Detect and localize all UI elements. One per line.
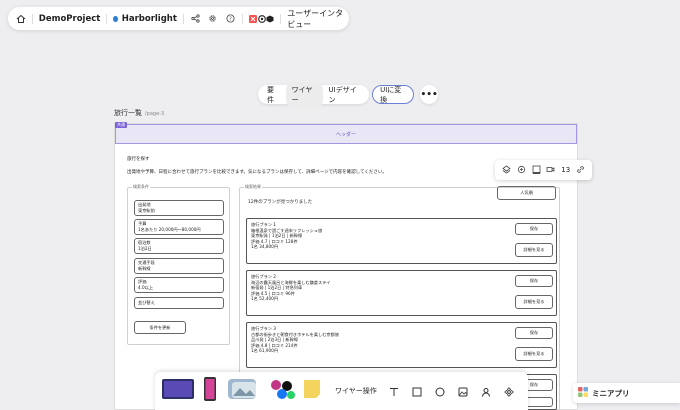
page-id: /page-3 [145, 111, 165, 117]
ai-edit-icon[interactable] [517, 165, 526, 176]
ellipse-tool-icon[interactable] [435, 382, 445, 401]
header-label: ヘッダー [335, 131, 356, 138]
page-title: 旅行一覧/page-3 [114, 108, 164, 118]
filter-budget[interactable]: 予算 1名あたり 20,000円〜80,000円 [134, 219, 224, 235]
plan-card[interactable]: 旅行プラン 1 箱根温泉で過ごす週末リフレッシュ旅 東京駅発 | 1泊2日 | … [246, 218, 557, 264]
bottom-dock: ワイヤー操作 [155, 372, 528, 410]
mini-app-button[interactable]: ミニアプリ [573, 383, 680, 403]
tab-requirements[interactable]: 要件 [261, 82, 286, 108]
figma-icon[interactable] [249, 14, 258, 23]
save-button[interactable]: 保存 [515, 327, 553, 339]
element-toolbar: 13 [495, 160, 592, 180]
image-tool-icon[interactable] [458, 382, 468, 401]
user-tool-icon[interactable] [481, 382, 491, 401]
header-tag: 共通 [115, 122, 127, 128]
share-icon[interactable] [190, 14, 201, 23]
help-icon[interactable]: ? [224, 14, 236, 23]
results-count: 12件のプランが見つかりました [248, 200, 313, 205]
filter-departure-value: 東京駅前 [138, 207, 155, 213]
openai-icon[interactable] [257, 14, 266, 23]
search-heading: 旅行を探す [127, 157, 150, 162]
rectangle-tool-icon[interactable] [412, 382, 422, 401]
link-icon[interactable] [576, 165, 585, 176]
filter-nights-value: 1泊2日 [138, 245, 152, 251]
view-details-button[interactable]: 詳細を見る [515, 295, 553, 309]
layers-icon[interactable] [502, 165, 511, 176]
plan-price: 1名 34,800円 [251, 244, 279, 250]
mini-app-icon [578, 387, 588, 399]
file-name[interactable]: Harborlight [122, 14, 177, 24]
mode-switcher: 要件 ワイヤー UIデザイン UIに変換 ••• [258, 81, 438, 108]
toolbar-number: 13 [561, 166, 571, 174]
header-section[interactable]: 共通 ヘッダー [115, 122, 577, 144]
view-details-button[interactable]: 詳細を見る [515, 243, 553, 257]
frame-icon[interactable] [532, 165, 541, 176]
filter-budget-value: 1名あたり 20,000円〜80,000円 [138, 226, 201, 232]
components-tool-icon[interactable] [504, 382, 514, 401]
plan-price: 1名 61,900円 [251, 348, 279, 354]
save-button[interactable]: 保存 [515, 275, 553, 287]
convert-to-ui-button[interactable]: UIに変換 [372, 85, 415, 104]
tab-ui-design[interactable]: UIデザイン [323, 82, 367, 108]
file-color-dot [113, 15, 118, 22]
divider [182, 13, 184, 24]
plan-card[interactable]: 旅行プラン 2 海辺の露天風呂と海鮮を楽しむ鎌倉ステイ 新宿発 | 1泊2日 |… [246, 270, 557, 316]
more-options-icon[interactable]: ••• [420, 85, 438, 104]
filter-rating[interactable]: 評価 4.0以上 [134, 277, 224, 293]
svg-text:?: ? [229, 16, 232, 22]
home-icon[interactable] [16, 14, 26, 24]
mode-tabs: 要件 ワイヤー UIデザイン [258, 81, 370, 108]
filter-nights[interactable]: 宿泊数 1泊2日 [134, 238, 224, 254]
divider [32, 13, 33, 24]
filter-transport[interactable]: 交通手段 新幹線 [134, 258, 224, 274]
sticky-note-icon[interactable] [303, 379, 321, 403]
cube-icon[interactable] [266, 15, 275, 23]
plan-price: 1名 52,400円 [251, 296, 279, 302]
sort-popular-button[interactable]: 人気順 [497, 186, 556, 200]
gear-icon[interactable] [207, 14, 219, 23]
filter-panel: 検索条件 出発地 東京駅前 予算 1名あたり 20,000円〜80,000円 宿… [127, 184, 230, 345]
search-description: 出発地や予算、日程に合わせて旅行プランを比較できます。気になるプランは保存して、… [127, 170, 387, 175]
dock-label: ワイヤー操作 [335, 387, 377, 395]
video-icon[interactable] [546, 165, 555, 176]
filter-transport-value: 新幹線 [138, 265, 151, 271]
image-asset-icon[interactable] [227, 377, 261, 405]
update-conditions-button[interactable]: 条件を更新 [134, 321, 186, 334]
view-details-button[interactable]: 詳細を見る [515, 347, 553, 361]
mini-app-label: ミニアプリ [592, 388, 630, 398]
phone-frame-icon[interactable] [203, 376, 217, 406]
filter-rating-value: 4.0以上 [138, 284, 154, 290]
page-title-text: 旅行一覧 [114, 109, 142, 117]
project-name[interactable]: DemoProject [39, 14, 101, 24]
plan-card[interactable]: 旅行プラン 3 古都の街歩きと朝食付きホテルを楽しむ京都旅 品川発 | 2泊3日… [246, 322, 557, 368]
tab-wireframe[interactable]: ワイヤー [285, 81, 323, 108]
filter-sort[interactable]: 並び替え [134, 297, 224, 309]
divider [280, 13, 282, 24]
results-legend: 検索結果 [244, 184, 262, 190]
divider [242, 13, 243, 24]
social-logos-icon[interactable] [269, 377, 297, 405]
save-button[interactable]: 保存 [515, 223, 553, 235]
text-tool-icon[interactable] [389, 382, 399, 401]
top-bar: DemoProject Harborlight ? ユーザーインタビュー [8, 7, 349, 30]
desktop-frame-icon[interactable] [161, 377, 195, 405]
divider [106, 13, 108, 24]
page-name[interactable]: ユーザーインタビュー [287, 8, 349, 30]
filter-departure[interactable]: 出発地 東京駅前 [134, 200, 224, 216]
filter-legend: 検索条件 [132, 184, 150, 190]
